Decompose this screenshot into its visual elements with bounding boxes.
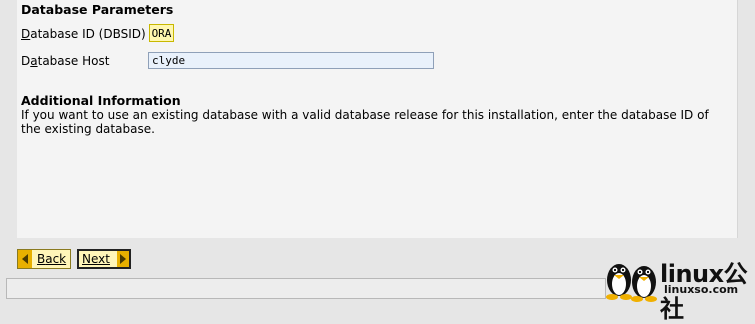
dbsid-label-text: atabase ID (DBSID)	[30, 27, 146, 41]
back-mnemonic: B	[37, 252, 46, 266]
section-heading-additional-information: Additional Information	[21, 93, 181, 108]
db-host-label-mnemonic: a	[30, 54, 38, 68]
watermark-url: linuxso.com	[664, 283, 739, 296]
section-heading-database-parameters: Database Parameters	[21, 2, 174, 17]
db-host-label: Database Host	[21, 54, 109, 68]
db-host-label-pre: D	[21, 54, 31, 68]
dbsid-label-mnemonic: D	[21, 27, 31, 41]
additional-info-text: If you want to use an existing database …	[21, 108, 709, 136]
next-button[interactable]: Next	[77, 249, 131, 269]
back-button[interactable]: Back	[17, 249, 71, 269]
next-button-label: Next	[79, 252, 117, 266]
next-arrow-icon	[117, 251, 129, 267]
dbsid-field[interactable]: ORA	[149, 24, 174, 42]
back-arrow-icon	[18, 250, 32, 268]
dbsid-label: Database ID (DBSID)	[21, 27, 146, 41]
db-host-field[interactable]: clyde	[148, 52, 434, 69]
next-label-rest: ext	[90, 252, 110, 266]
back-button-label: Back	[32, 252, 66, 266]
status-bar	[6, 278, 606, 299]
back-label-rest: ack	[45, 252, 67, 266]
db-host-label-text: tabase Host	[37, 54, 110, 68]
next-mnemonic: N	[82, 252, 91, 266]
